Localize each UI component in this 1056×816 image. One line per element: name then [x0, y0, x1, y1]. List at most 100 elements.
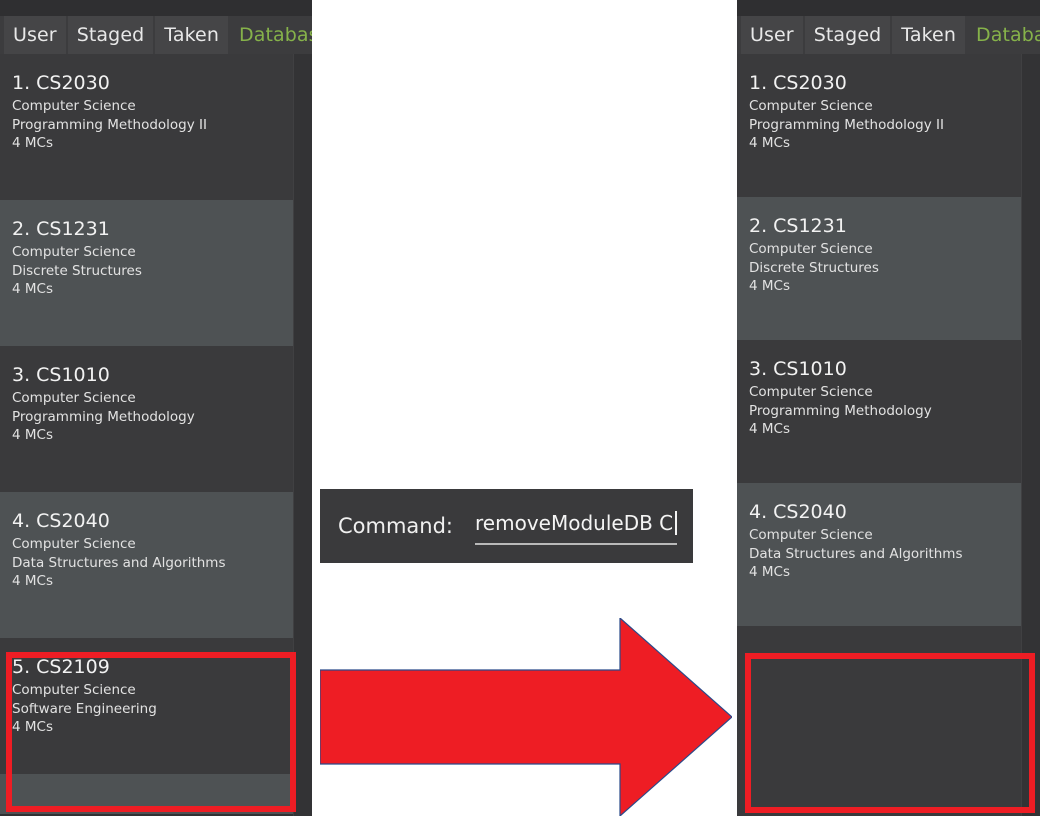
tab-user[interactable]: User — [4, 16, 66, 54]
module-index: 3. — [749, 358, 768, 380]
module-name: Discrete Structures — [12, 262, 142, 279]
module-title: 3. CS1010 — [749, 358, 1011, 380]
tab-database[interactable]: Database — [966, 16, 1040, 54]
module-code: CS2040 — [773, 501, 847, 523]
module-code: CS2030 — [36, 72, 110, 94]
tab-label: Staged — [813, 24, 882, 46]
tab-user[interactable]: User — [741, 16, 803, 54]
list-item-empty-slot[interactable] — [737, 626, 1021, 816]
module-code: CS2030 — [773, 72, 847, 94]
module-title: 4. CS2040 — [12, 510, 283, 532]
command-input-value: removeModuleDB CS2109 — [475, 511, 674, 535]
module-credits: 4 MCs — [12, 719, 53, 736]
tab-label: User — [750, 24, 794, 46]
tab-label: User — [13, 24, 57, 46]
window-chrome-top — [737, 0, 1040, 16]
module-code: CS1010 — [773, 358, 847, 380]
command-input[interactable]: removeModuleDB CS2109 — [475, 503, 677, 545]
tab-label: Taken — [901, 24, 956, 46]
tab-database[interactable]: Database — [229, 16, 312, 54]
module-department: Computer Science — [12, 244, 136, 260]
module-department: Computer Science — [749, 527, 873, 543]
module-index: 4. — [749, 501, 768, 523]
window-chrome-top — [0, 0, 312, 16]
module-name: Programming Methodology — [12, 408, 195, 425]
list-item[interactable]: 4. CS2040 Computer Science Data Structure… — [0, 492, 293, 638]
list-scrollbar-track[interactable] — [293, 54, 312, 816]
tab-bar-after: User Staged Taken Database — [737, 16, 1040, 54]
tab-label: Database — [975, 24, 1040, 46]
module-title: 2. CS1231 — [12, 218, 283, 240]
module-code: CS1231 — [36, 218, 110, 240]
module-index: 3. — [12, 364, 31, 386]
module-title: 1. CS2030 — [749, 72, 1011, 94]
module-name: Discrete Structures — [749, 259, 879, 276]
module-index: 2. — [749, 215, 768, 237]
module-title: 4. CS2040 — [749, 501, 1011, 523]
module-list-column: 1. CS2030 Computer Science Programming Me… — [737, 54, 1021, 816]
database-panel-before: User Staged Taken Database 1.CS2030 Comp… — [0, 0, 312, 816]
module-name: Programming Methodology — [749, 402, 932, 419]
module-name: Data Structures and Algorithms — [12, 554, 226, 571]
module-name: Programming Methodology II — [12, 116, 207, 133]
module-department: Computer Science — [12, 390, 136, 406]
tab-label: Database — [238, 24, 312, 46]
list-scrollbar-track[interactable] — [1021, 54, 1040, 816]
module-title: 5. CS2109 — [12, 656, 283, 678]
module-credits: 4 MCs — [12, 427, 53, 444]
module-index: 5. — [12, 656, 31, 678]
module-credits: 4 MCs — [12, 281, 53, 298]
tab-label: Staged — [76, 24, 145, 46]
module-department: Computer Science — [749, 98, 873, 114]
module-title: 2. CS1231 — [749, 215, 1011, 237]
module-list-before: 1. CS2030 Computer Science Programming Me… — [0, 54, 312, 816]
module-code: CS1010 — [36, 364, 110, 386]
list-item-partial[interactable] — [0, 774, 293, 814]
module-name: Data Structures and Algorithms — [749, 545, 963, 562]
tab-bar-before: User Staged Taken Database — [0, 16, 312, 54]
module-credits: 4 MCs — [12, 135, 53, 152]
module-credits: 4 MCs — [749, 564, 790, 581]
module-department: Computer Science — [12, 98, 136, 114]
tab-staged[interactable]: Staged — [67, 16, 154, 54]
module-credits: 4 MCs — [749, 421, 790, 438]
module-index: 1. — [749, 72, 768, 94]
module-list-column: 1. CS2030 Computer Science Programming Me… — [0, 54, 293, 816]
module-list-after: 1. CS2030 Computer Science Programming Me… — [737, 54, 1040, 816]
module-department: Computer Science — [749, 384, 873, 400]
module-index: 4. — [12, 510, 31, 532]
list-item[interactable]: 4. CS2040 Computer Science Data Structure… — [737, 483, 1021, 626]
module-code: CS2040 — [36, 510, 110, 532]
list-item[interactable]: 2. CS1231 Computer Science Discrete Struc… — [737, 197, 1021, 340]
module-department: Computer Science — [749, 241, 873, 257]
database-panel-after: User Staged Taken Database 1.CS2030 Comp… — [737, 0, 1040, 816]
list-item[interactable]: 3. CS1010 Computer Science Programming Me… — [0, 346, 293, 492]
module-name: Software Engineering — [12, 700, 157, 717]
module-department: Computer Science — [12, 536, 136, 552]
tab-taken[interactable]: Taken — [892, 16, 965, 54]
tab-taken[interactable]: Taken — [155, 16, 228, 54]
flow-arrow-right-icon — [320, 618, 732, 816]
list-item[interactable]: 1. CS2030 Computer Science Programming Me… — [737, 54, 1021, 197]
module-index: 1. — [12, 72, 31, 94]
tab-label: Taken — [164, 24, 219, 46]
text-caret — [675, 511, 677, 535]
tab-staged[interactable]: Staged — [804, 16, 891, 54]
module-credits: 4 MCs — [749, 278, 790, 295]
module-code: CS2109 — [36, 656, 110, 678]
module-code: CS1231 — [773, 215, 847, 237]
module-index: 2. — [12, 218, 31, 240]
command-label: Command: — [338, 514, 454, 538]
list-item[interactable]: 1. CS2030 Computer Science Programming Me… — [0, 54, 293, 200]
module-credits: 4 MCs — [12, 573, 53, 590]
module-department: Computer Science — [12, 682, 136, 698]
command-bar: Command: removeModuleDB CS2109 — [320, 489, 693, 563]
module-credits: 4 MCs — [749, 135, 790, 152]
module-name: Programming Methodology II — [749, 116, 944, 133]
list-item[interactable]: 2. CS1231 Computer Science Discrete Struc… — [0, 200, 293, 346]
module-title: 3. CS1010 — [12, 364, 283, 386]
arrow-shape — [320, 618, 732, 816]
module-title: 1. CS2030 — [12, 72, 283, 94]
list-item[interactable]: 3. CS1010 Computer Science Programming Me… — [737, 340, 1021, 483]
list-item-highlighted[interactable]: 5. CS2109 Computer Science Software Engin… — [0, 638, 293, 774]
